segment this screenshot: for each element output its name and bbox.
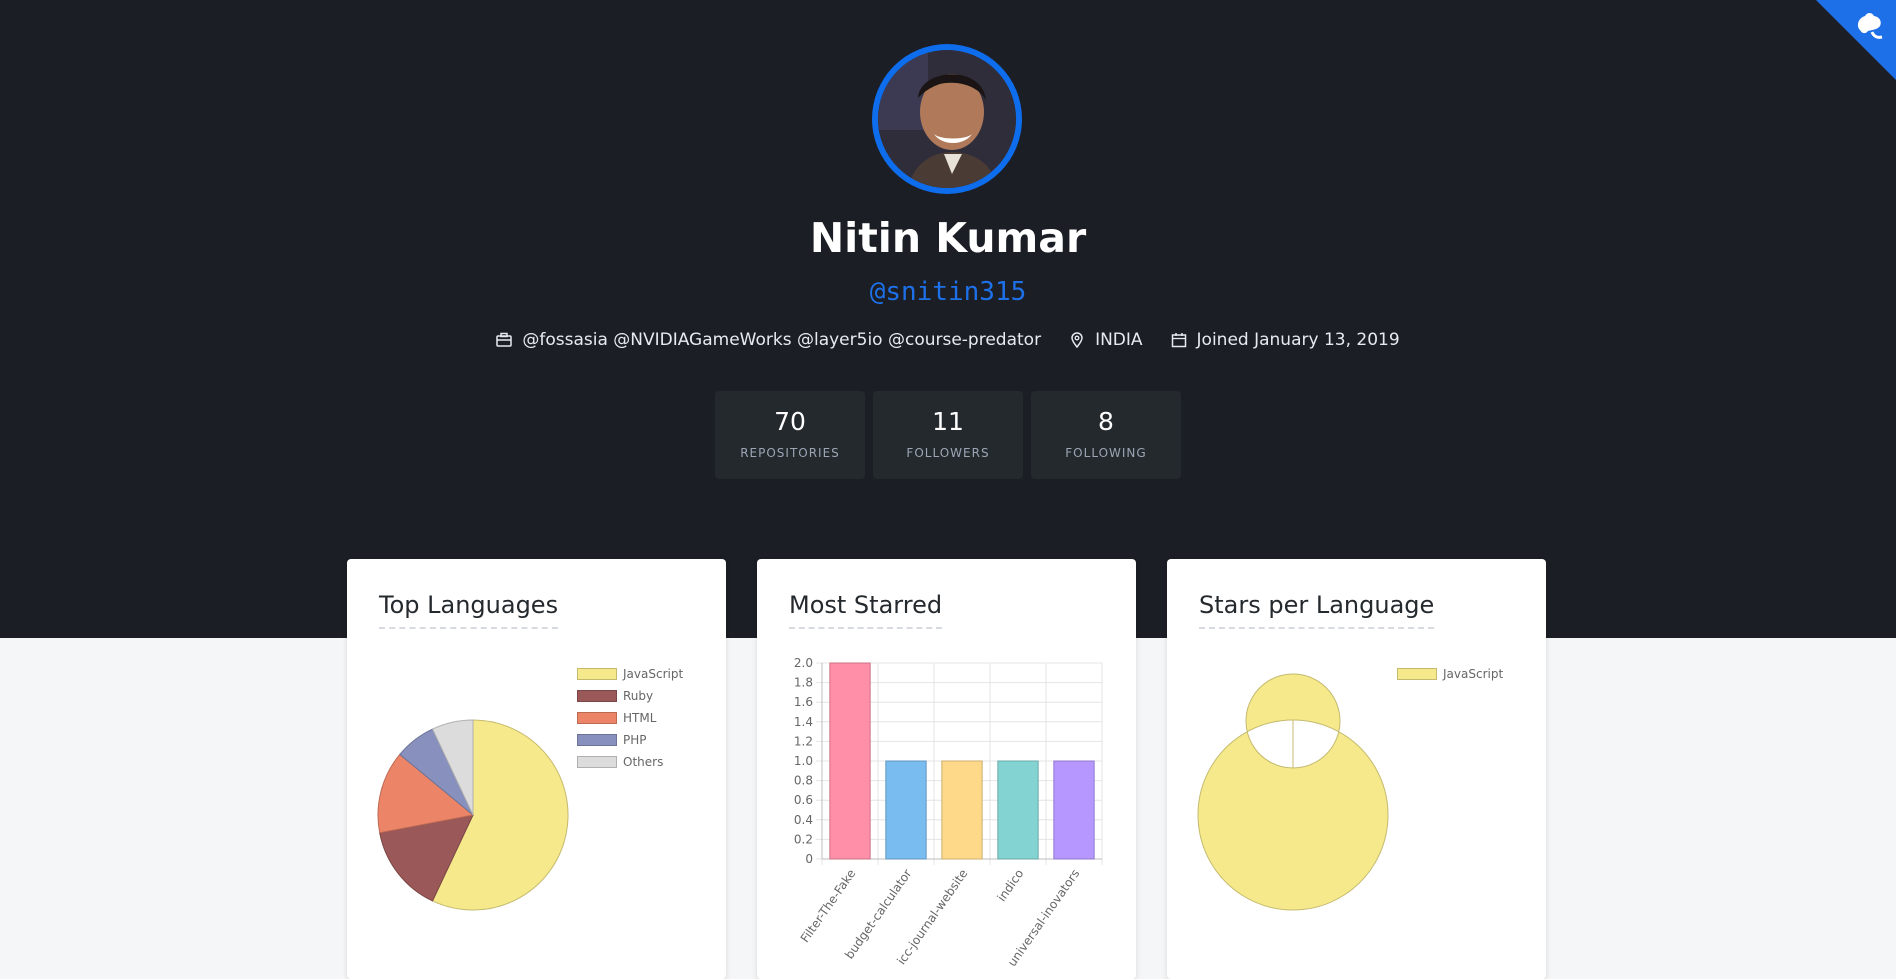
top-languages-legend: JavaScript Ruby HTML PHP Others bbox=[577, 663, 683, 773]
top-languages-card: Top Languages JavaScript Ruby HTML PHP Other… bbox=[347, 559, 726, 979]
stat-value: 8 bbox=[1098, 407, 1114, 436]
legend-swatch bbox=[1397, 668, 1437, 680]
briefcase-icon bbox=[496, 332, 513, 347]
octocat-icon[interactable] bbox=[1850, 4, 1890, 44]
legend-label: HTML bbox=[623, 711, 657, 725]
location-text: INDIA bbox=[1095, 330, 1143, 350]
location-info: INDIA bbox=[1069, 330, 1143, 350]
y-tick-label: 2.0 bbox=[794, 656, 813, 670]
stars-per-language-legend: JavaScript bbox=[1397, 663, 1503, 685]
stars-per-language-card: Stars per Language JavaScript bbox=[1167, 559, 1546, 979]
legend-swatch bbox=[577, 756, 617, 768]
y-tick-label: 0 bbox=[805, 852, 813, 866]
legend-swatch bbox=[577, 668, 617, 680]
bar-icc-journal-website[interactable] bbox=[941, 760, 983, 860]
bar-universal-inovators[interactable] bbox=[1053, 760, 1095, 860]
legend-item[interactable]: JavaScript bbox=[577, 663, 683, 685]
legend-label: JavaScript bbox=[1443, 667, 1504, 681]
y-tick-label: 1.8 bbox=[794, 676, 813, 690]
profile-handle[interactable]: @snitin315 bbox=[0, 277, 1896, 307]
bar-budget-calculator[interactable] bbox=[885, 760, 927, 860]
map-pin-icon bbox=[1071, 332, 1083, 348]
y-tick-label: 0.8 bbox=[794, 774, 813, 788]
y-tick-label: 1.4 bbox=[794, 715, 813, 729]
stat-followers[interactable]: 11 FOLLOWERS bbox=[873, 391, 1023, 479]
x-tick-label: indico bbox=[994, 867, 1026, 904]
avatar-image bbox=[878, 50, 1016, 188]
legend-label: JavaScript bbox=[623, 667, 684, 681]
stars-per-language-chart bbox=[1197, 673, 1389, 911]
joined-info: Joined January 13, 2019 bbox=[1171, 330, 1400, 350]
stat-label: REPOSITORIES bbox=[740, 446, 840, 460]
profile-name: Nitin Kumar bbox=[809, 214, 1087, 262]
y-tick-label: 0.6 bbox=[794, 793, 813, 807]
legend-swatch bbox=[577, 734, 617, 746]
slice-javascript[interactable] bbox=[1197, 673, 1389, 911]
legend-item[interactable]: HTML bbox=[577, 707, 683, 729]
stat-repositories[interactable]: 70 REPOSITORIES bbox=[715, 391, 865, 479]
avatar bbox=[872, 44, 1022, 194]
y-tick-label: 1.6 bbox=[794, 695, 813, 709]
profile-header: Nitin Kumar @snitin315 @fossasia @NVIDIA… bbox=[0, 0, 1896, 638]
y-tick-label: 0.4 bbox=[794, 813, 813, 827]
legend-label: PHP bbox=[623, 733, 647, 747]
legend-label: Others bbox=[623, 755, 664, 769]
stats-row: 70 REPOSITORIES 11 FOLLOWERS 8 FOLLOWING bbox=[0, 391, 1896, 479]
y-tick-label: 0.2 bbox=[794, 832, 813, 846]
stat-value: 70 bbox=[774, 407, 806, 436]
stat-label: FOLLOWERS bbox=[906, 446, 990, 460]
bar-filter-the-fake[interactable] bbox=[829, 662, 871, 860]
legend-item[interactable]: Others bbox=[577, 751, 683, 773]
stat-value: 11 bbox=[932, 407, 964, 436]
legend-item[interactable]: JavaScript bbox=[1397, 663, 1503, 685]
bar-indico[interactable] bbox=[997, 760, 1039, 860]
legend-item[interactable]: Ruby bbox=[577, 685, 683, 707]
company-text: @fossasia @NVIDIAGameWorks @layer5io @co… bbox=[522, 330, 1042, 350]
most-starred-card: Most Starred 2.0 1.8 1.6 1.4 1.2 1.0 0.8 0.6 0.4… bbox=[757, 559, 1136, 979]
calendar-icon bbox=[1171, 333, 1186, 348]
x-tick-label: Filter-The-Fake bbox=[798, 867, 859, 945]
most-starred-chart: 2.0 1.8 1.6 1.4 1.2 1.0 0.8 0.6 0.4 0.2 0Filter-Th… bbox=[794, 656, 1103, 969]
stat-label: FOLLOWING bbox=[1065, 446, 1147, 460]
legend-swatch bbox=[577, 712, 617, 724]
legend-label: Ruby bbox=[623, 689, 654, 703]
company-info: @fossasia @NVIDIAGameWorks @layer5io @co… bbox=[496, 330, 1041, 350]
profile-info: @fossasia @NVIDIAGameWorks @layer5io @co… bbox=[0, 330, 1896, 350]
legend-swatch bbox=[577, 690, 617, 702]
y-tick-label: 1.2 bbox=[794, 734, 813, 748]
y-tick-label: 1.0 bbox=[794, 754, 813, 768]
joined-text: Joined January 13, 2019 bbox=[1196, 330, 1400, 350]
stat-following[interactable]: 8 FOLLOWING bbox=[1031, 391, 1181, 479]
legend-item[interactable]: PHP bbox=[577, 729, 683, 751]
